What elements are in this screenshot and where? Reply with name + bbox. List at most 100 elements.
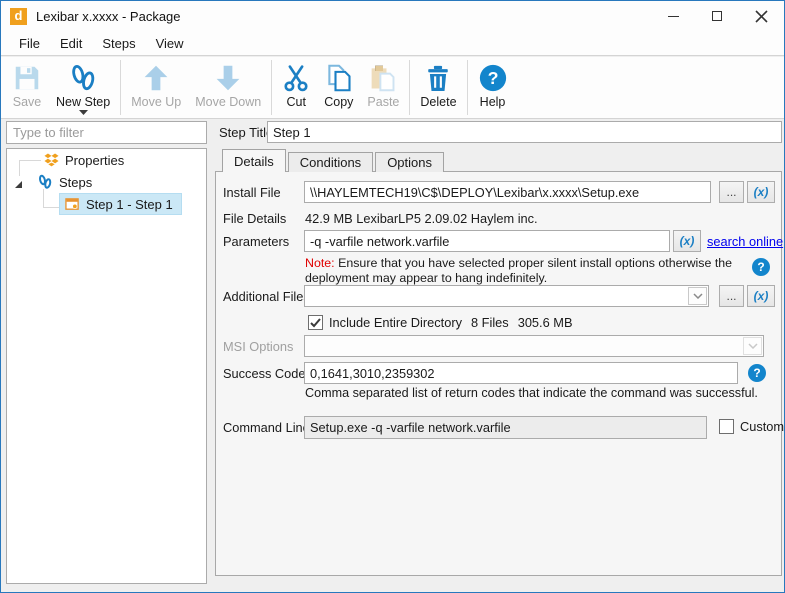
close-button[interactable] — [750, 5, 772, 27]
move-up-label: Move Up — [131, 95, 181, 109]
tree-item-steps[interactable]: Steps — [37, 171, 92, 193]
file-details-value: 42.9 MB LexibarLP5 2.09.02 Haylem inc. — [305, 211, 538, 226]
close-icon — [755, 10, 768, 23]
tab-details[interactable]: Details — [222, 149, 286, 172]
parameters-variable-button[interactable]: (x) — [673, 230, 701, 252]
help-button[interactable]: ? Help — [471, 57, 515, 118]
install-file-variable-button[interactable]: (x) — [747, 181, 775, 203]
success-codes-label: Success Codes — [223, 366, 312, 381]
save-floppy-icon — [12, 62, 42, 94]
copy-button[interactable]: Copy — [317, 57, 360, 118]
install-file-browse-button[interactable]: ... — [719, 181, 744, 203]
additional-files-value — [305, 288, 310, 303]
save-label: Save — [13, 95, 42, 109]
selected-tree-item[interactable]: Step 1 - Step 1 — [59, 193, 182, 215]
success-codes-help-icon[interactable]: ? — [748, 364, 766, 382]
silent-install-note: Note: Ensure that you have selected prop… — [305, 256, 750, 286]
minimize-icon — [668, 16, 679, 17]
delete-button[interactable]: Delete — [413, 57, 463, 118]
cut-button[interactable]: Cut — [275, 57, 317, 118]
msi-options-combobox — [304, 335, 764, 357]
copy-label: Copy — [324, 95, 353, 109]
save-button: Save — [5, 57, 49, 118]
parameters-input[interactable] — [304, 230, 670, 252]
menu-file[interactable]: File — [9, 33, 50, 54]
new-step-label: New Step — [56, 95, 110, 109]
trash-icon — [425, 62, 451, 94]
title-bar: d Lexibar x.xxxx - Package — [1, 1, 784, 31]
tree-item-label: Properties — [65, 153, 124, 168]
tree-connector — [43, 207, 59, 208]
tree-connector — [19, 160, 20, 176]
app-logo-icon: d — [10, 8, 27, 25]
footsteps-icon — [37, 174, 53, 190]
paste-label: Paste — [367, 95, 399, 109]
install-file-input[interactable] — [304, 181, 711, 203]
command-line-output — [304, 416, 707, 439]
include-directory-label: Include Entire Directory — [329, 315, 462, 330]
parameters-help-icon[interactable]: ? — [752, 258, 770, 276]
menu-edit[interactable]: Edit — [50, 33, 92, 54]
steps-tree: Properties Steps — [6, 148, 207, 584]
new-step-button[interactable]: New Step — [49, 57, 117, 118]
additional-files-variable-button[interactable]: (x) — [747, 285, 775, 307]
check-icon — [310, 318, 321, 328]
step-title-input[interactable] — [267, 121, 782, 143]
additional-files-combobox[interactable] — [304, 285, 709, 307]
menu-view[interactable]: View — [146, 33, 194, 54]
toolbar-separator — [467, 60, 468, 115]
delete-label: Delete — [420, 95, 456, 109]
tree-item-step-1[interactable]: Step 1 - Step 1 — [59, 193, 182, 215]
scissors-icon — [282, 62, 310, 94]
command-line-label: Command Line — [223, 420, 310, 435]
tab-conditions[interactable]: Conditions — [288, 152, 373, 172]
step-form-icon — [64, 196, 80, 212]
chevron-down-icon[interactable] — [688, 287, 707, 305]
arrow-down-icon — [214, 62, 242, 94]
msi-options-label: MSI Options — [223, 339, 293, 354]
note-prefix: Note: — [305, 256, 335, 270]
minimize-button[interactable] — [662, 5, 684, 27]
parameters-label: Parameters — [223, 234, 289, 249]
toolbar-separator — [120, 60, 121, 115]
filter-input[interactable] — [6, 121, 207, 144]
tree-expander-icon[interactable] — [14, 180, 23, 189]
window-title: Lexibar x.xxxx - Package — [36, 9, 181, 24]
footsteps-icon — [68, 62, 98, 94]
details-panel: Install File ... (x) File Details 42.9 M… — [215, 171, 782, 576]
chevron-down-icon — [743, 337, 762, 355]
success-codes-helper-text: Comma separated list of return codes tha… — [305, 386, 758, 400]
menu-steps[interactable]: Steps — [92, 33, 145, 54]
tree-item-label: Steps — [59, 175, 92, 190]
tree-item-properties[interactable]: Properties — [43, 149, 124, 171]
tab-options[interactable]: Options — [375, 152, 444, 172]
move-up-button: Move Up — [124, 57, 188, 118]
additional-files-browse-button[interactable]: ... — [719, 285, 744, 307]
move-down-label: Move Down — [195, 95, 261, 109]
question-circle-icon: ? — [478, 62, 508, 94]
custom-label: Custom — [740, 419, 784, 434]
step-title-label: Step Title — [219, 125, 273, 140]
maximize-button[interactable] — [706, 5, 728, 27]
maximize-icon — [712, 11, 722, 21]
move-down-button: Move Down — [188, 57, 268, 118]
toolbar-separator — [409, 60, 410, 115]
install-file-label: Install File — [223, 185, 281, 200]
search-online-link[interactable]: search online — [707, 234, 783, 249]
new-step-dropdown-icon[interactable] — [79, 110, 88, 115]
cut-label: Cut — [287, 95, 306, 109]
tree-item-label: Step 1 - Step 1 — [86, 197, 173, 212]
include-directory-checkbox[interactable] — [308, 315, 323, 330]
tree-connector — [19, 160, 41, 161]
menu-bar: File Edit Steps View — [1, 31, 784, 56]
tab-strip: Details Conditions Options — [222, 149, 446, 172]
svg-text:?: ? — [487, 68, 498, 88]
toolbar-separator — [271, 60, 272, 115]
include-directory-files-count: 8 Files — [471, 315, 509, 330]
custom-checkbox[interactable] — [719, 419, 734, 434]
help-label: Help — [480, 95, 506, 109]
success-codes-input[interactable] — [304, 362, 738, 384]
additional-files-label: Additional Files — [223, 289, 310, 304]
paste-button: Paste — [360, 57, 406, 118]
arrow-up-icon — [142, 62, 170, 94]
